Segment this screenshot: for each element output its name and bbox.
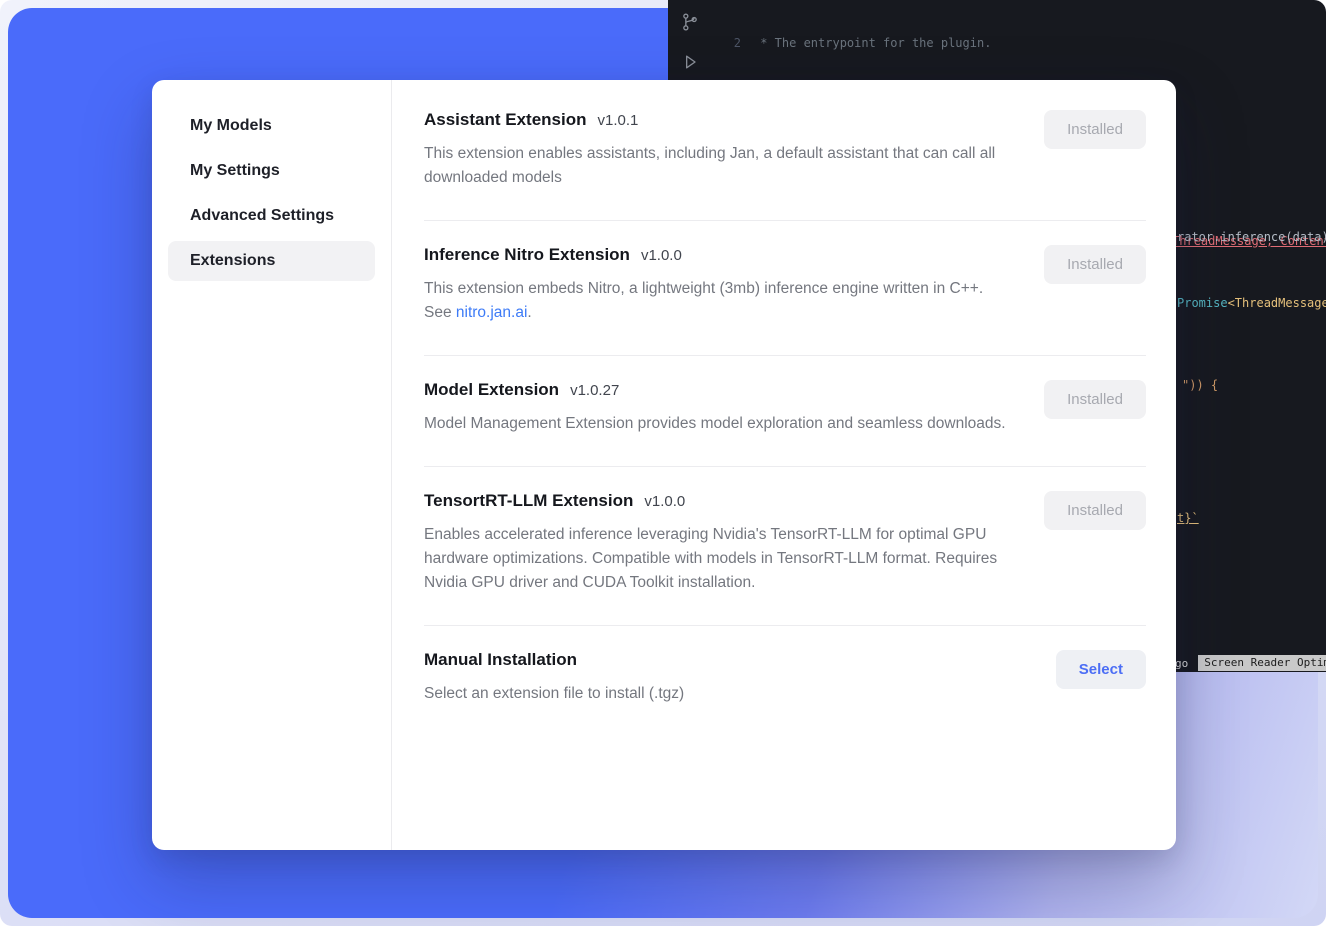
code-fragment: t}` bbox=[1177, 511, 1199, 525]
installed-button[interactable]: Installed bbox=[1044, 380, 1146, 419]
manual-installation-title: Manual Installation bbox=[424, 650, 577, 669]
screen-reader-notice: Screen Reader Optimize bbox=[1198, 655, 1326, 671]
line-number: 2 bbox=[714, 35, 741, 52]
nitro-link[interactable]: nitro.jan.ai bbox=[456, 304, 528, 321]
extension-version: v1.0.27 bbox=[570, 382, 619, 399]
manual-installation-info: Manual Installation Select an extension … bbox=[424, 650, 684, 706]
description-text: . bbox=[527, 304, 531, 321]
extension-item-inference-nitro: Inference Nitro Extension v1.0.0 This ext… bbox=[424, 221, 1146, 356]
extension-title-row: Assistant Extension v1.0.1 bbox=[424, 110, 1009, 130]
extension-info: Model Extension v1.0.27 Model Management … bbox=[424, 380, 1006, 436]
extension-version: v1.0.0 bbox=[644, 493, 685, 510]
extension-item-model: Model Extension v1.0.27 Model Management … bbox=[424, 356, 1146, 467]
extension-title-row: TensortRT-LLM Extension v1.0.0 bbox=[424, 491, 1009, 511]
extensions-panel: Assistant Extension v1.0.1 This extension… bbox=[392, 80, 1176, 850]
code-fragment: Promise<ThreadMessage> bbox=[1177, 296, 1326, 310]
extension-info: Inference Nitro Extension v1.0.0 This ext… bbox=[424, 245, 1009, 325]
extension-name: Model Extension bbox=[424, 380, 559, 399]
extension-item-tensorrt-llm: TensortRT-LLM Extension v1.0.0 Enables ac… bbox=[424, 467, 1146, 626]
extension-description: Enables accelerated inference leveraging… bbox=[424, 523, 1009, 595]
extension-description: This extension enables assistants, inclu… bbox=[424, 142, 1009, 190]
code-fragment-type: Promise bbox=[1177, 296, 1228, 310]
extension-name: Assistant Extension bbox=[424, 110, 587, 129]
status-text: go bbox=[1175, 657, 1188, 670]
extension-info: Assistant Extension v1.0.1 This extension… bbox=[424, 110, 1009, 190]
manual-installation-description: Select an extension file to install (.tg… bbox=[424, 682, 684, 706]
manual-installation-section: Manual Installation Select an extension … bbox=[424, 626, 1146, 736]
select-file-button[interactable]: Select bbox=[1056, 650, 1146, 689]
extension-info: TensortRT-LLM Extension v1.0.0 Enables ac… bbox=[424, 491, 1009, 595]
code-line: 2 * The entrypoint for the plugin. bbox=[714, 35, 1326, 52]
extension-description: Model Management Extension provides mode… bbox=[424, 412, 1006, 436]
run-icon[interactable] bbox=[680, 52, 700, 72]
settings-sidebar: My Models My Settings Advanced Settings … bbox=[152, 80, 392, 850]
code-fragment-generic: <ThreadMessage> bbox=[1228, 296, 1326, 310]
installed-button[interactable]: Installed bbox=[1044, 110, 1146, 149]
code-text: * The entrypoint for the plugin. bbox=[753, 36, 991, 50]
git-branch-icon[interactable] bbox=[680, 12, 700, 32]
extension-item-assistant: Assistant Extension v1.0.1 This extension… bbox=[424, 86, 1146, 221]
manual-installation-title-row: Manual Installation bbox=[424, 650, 684, 670]
code-fragment: rator.inference(data)); bbox=[1177, 230, 1326, 244]
installed-button[interactable]: Installed bbox=[1044, 491, 1146, 530]
code-fragment: ")) { bbox=[1182, 378, 1218, 392]
extension-title-row: Model Extension v1.0.27 bbox=[424, 380, 1006, 400]
extension-name: TensortRT-LLM Extension bbox=[424, 491, 633, 510]
extension-description: This extension embeds Nitro, a lightweig… bbox=[424, 277, 1009, 325]
sidebar-item-extensions[interactable]: Extensions bbox=[168, 241, 375, 281]
sidebar-item-my-settings[interactable]: My Settings bbox=[168, 151, 375, 191]
extension-title-row: Inference Nitro Extension v1.0.0 bbox=[424, 245, 1009, 265]
extension-version: v1.0.1 bbox=[598, 112, 639, 129]
installed-button[interactable]: Installed bbox=[1044, 245, 1146, 284]
settings-modal: My Models My Settings Advanced Settings … bbox=[152, 80, 1176, 850]
extension-version: v1.0.0 bbox=[641, 247, 682, 264]
extension-name: Inference Nitro Extension bbox=[424, 245, 630, 264]
scene: 2 * The entrypoint for the plugin. 3 */ … bbox=[0, 0, 1326, 926]
sidebar-item-advanced-settings[interactable]: Advanced Settings bbox=[168, 196, 375, 236]
sidebar-item-my-models[interactable]: My Models bbox=[168, 106, 375, 146]
